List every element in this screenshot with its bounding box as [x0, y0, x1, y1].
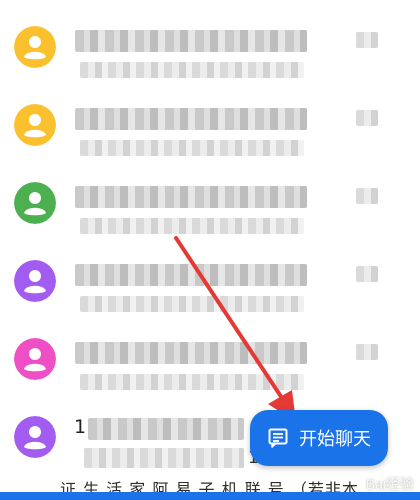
conversation-item[interactable] — [0, 6, 420, 84]
message-preview-blurred — [80, 140, 304, 156]
contact-avatar — [14, 104, 56, 146]
message-preview-blurred — [80, 218, 304, 234]
person-icon — [14, 416, 56, 458]
start-chat-label: 开始聊天 — [299, 429, 371, 450]
contact-avatar — [14, 338, 56, 380]
contact-name-blurred — [75, 264, 307, 286]
bottom-navigation-bar — [0, 492, 420, 500]
sender-number-blurred — [88, 418, 244, 440]
contact-name-blurred — [75, 186, 307, 208]
message-preview-blurred — [80, 62, 304, 78]
timestamp-blurred — [356, 266, 378, 282]
conversation-item[interactable] — [0, 84, 420, 162]
message-icon — [268, 428, 288, 448]
message-preview-blurred — [84, 448, 244, 468]
timestamp-blurred — [356, 32, 378, 48]
watermark: Bai经验 — [365, 476, 414, 492]
message-preview-blurred — [80, 374, 304, 390]
conversation-item[interactable] — [0, 162, 420, 240]
conversation-item[interactable] — [0, 240, 420, 318]
start-chat-button[interactable]: 开始聊天 — [250, 410, 388, 466]
conversation-item[interactable] — [0, 318, 420, 396]
contact-name-blurred — [75, 108, 307, 130]
sender-number-prefix: 1 — [74, 416, 87, 438]
contact-name-blurred — [75, 30, 307, 52]
contact-avatar — [14, 260, 56, 302]
messages-screen: 1 18 证 生 活 家 阿 易 子 机 联 号 （若非本 开始聊天 Bai经验 — [0, 0, 420, 500]
contact-avatar — [14, 26, 56, 68]
timestamp-blurred — [356, 188, 378, 204]
person-icon — [14, 182, 56, 224]
message-preview-blurred — [80, 296, 304, 312]
timestamp-blurred — [356, 344, 378, 360]
person-icon — [14, 338, 56, 380]
timestamp-blurred — [356, 110, 378, 126]
person-icon — [14, 26, 56, 68]
contact-avatar — [14, 416, 56, 458]
person-icon — [14, 104, 56, 146]
contact-avatar — [14, 182, 56, 224]
contact-name-blurred — [75, 342, 307, 364]
person-icon — [14, 260, 56, 302]
